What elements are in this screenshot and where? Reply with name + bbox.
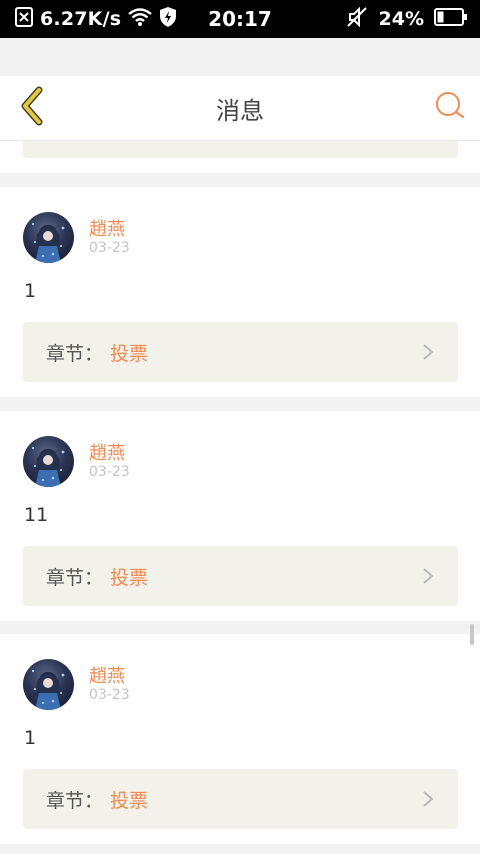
post-date: 03-23 xyxy=(89,464,130,480)
chevron-left-icon xyxy=(17,86,47,130)
author-name[interactable]: 趙燕 xyxy=(89,662,125,688)
chapter-row[interactable]: 章节： 投票 xyxy=(23,546,458,606)
battery-icon xyxy=(434,7,468,31)
post-date: 03-23 xyxy=(89,240,130,256)
status-bar: 6.27K/s 20:17 24% xyxy=(0,0,480,38)
page-title: 消息 xyxy=(216,96,264,125)
message-card: 趙燕 03-23 1 章节： 投票 xyxy=(0,187,480,397)
chapter-name: 投票 xyxy=(110,342,149,365)
message-text: 1 xyxy=(24,280,37,302)
chapter-row[interactable]: 章节： 投票 xyxy=(23,322,458,382)
search-button[interactable] xyxy=(432,90,468,126)
status-right: 24% xyxy=(345,0,468,38)
chapter-row[interactable]: 章节： 投票 xyxy=(23,769,458,829)
message-text: 11 xyxy=(24,504,49,526)
message-text: 1 xyxy=(24,727,37,749)
chapter-name: 投票 xyxy=(110,566,149,589)
chevron-right-icon xyxy=(418,566,438,586)
chapter-row-partial[interactable] xyxy=(23,141,458,158)
avatar[interactable] xyxy=(23,659,74,710)
message-card: 趙燕 03-23 1 章节： 投票 xyxy=(0,634,480,844)
chapter-label: 章节： xyxy=(46,566,104,589)
nav-bar: 消息 xyxy=(0,76,480,141)
chapter-label: 章节： xyxy=(46,342,104,365)
post-date: 03-23 xyxy=(89,687,130,703)
chevron-right-icon xyxy=(418,789,438,809)
avatar[interactable] xyxy=(23,436,74,487)
scrollbar[interactable] xyxy=(470,624,474,645)
back-button[interactable] xyxy=(12,86,52,130)
chevron-right-icon xyxy=(418,342,438,362)
chapter-name: 投票 xyxy=(110,789,149,812)
message-card: 趙燕 03-23 11 章节： 投票 xyxy=(0,411,480,621)
chapter-label: 章节： xyxy=(46,789,104,812)
author-name[interactable]: 趙燕 xyxy=(89,215,125,241)
search-icon xyxy=(434,90,466,126)
message-card-partial xyxy=(0,141,480,173)
battery-percent: 24% xyxy=(378,8,424,30)
avatar[interactable] xyxy=(23,212,74,263)
top-gap xyxy=(0,38,480,76)
author-name[interactable]: 趙燕 xyxy=(89,439,125,465)
muted-icon xyxy=(345,6,369,32)
